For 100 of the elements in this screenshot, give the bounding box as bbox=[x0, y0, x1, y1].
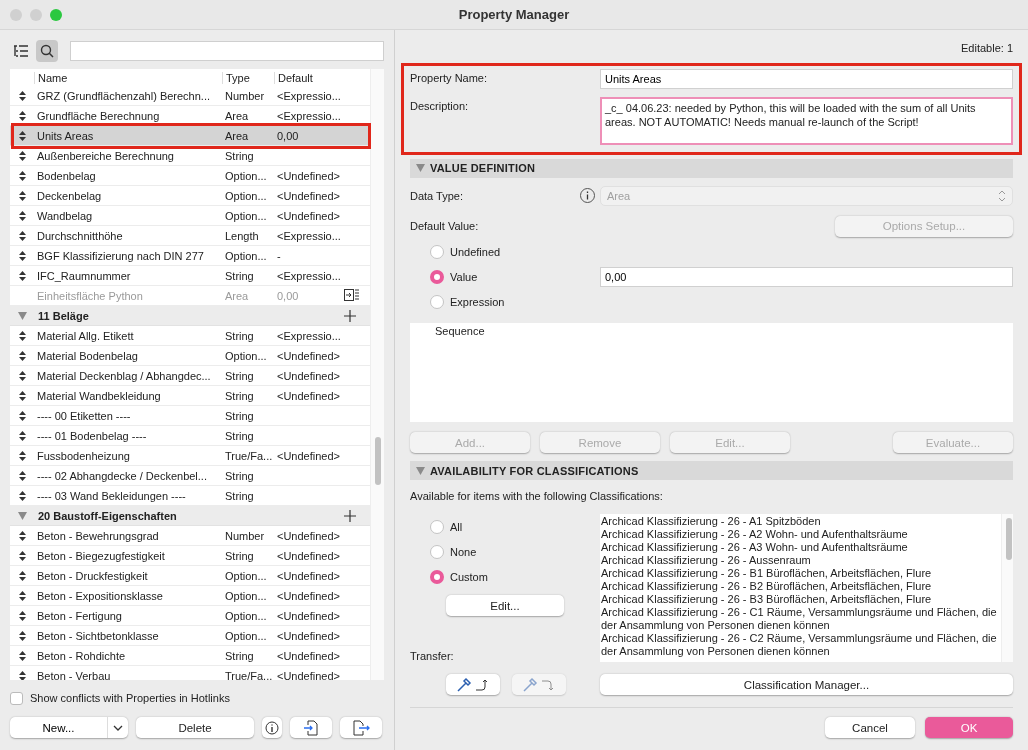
section-header[interactable]: AVAILABILITY FOR CLASSIFICATIONS bbox=[410, 461, 1013, 481]
radio-button[interactable] bbox=[430, 544, 444, 559]
table-cell-text: Beton - Bewehrungsgrad bbox=[36, 529, 160, 542]
reorder-handle-icon[interactable] bbox=[19, 630, 26, 641]
classification-manager-button[interactable]: Classification Manager... bbox=[600, 674, 1013, 695]
info-button[interactable] bbox=[262, 717, 282, 738]
group-row[interactable]: 11 Beläge bbox=[10, 306, 370, 326]
table-cell-text: Material Wandbekleidung bbox=[36, 389, 162, 402]
reorder-handle-icon[interactable] bbox=[19, 90, 26, 101]
reorder-handle-icon[interactable] bbox=[19, 450, 26, 461]
classification-item[interactable]: Archicad Klassifizierung - 26 - B2 Büroflächen, Arbeitsflächen, Flure bbox=[601, 580, 1001, 593]
eyedropper-icon bbox=[456, 676, 490, 693]
info-icon bbox=[265, 720, 279, 735]
table-cell-text: String bbox=[224, 469, 255, 482]
import-document-icon bbox=[303, 719, 319, 736]
radio-option[interactable]: All bbox=[410, 519, 600, 534]
section-header[interactable]: VALUE DEFINITION bbox=[410, 158, 1013, 178]
reorder-handle-icon[interactable] bbox=[19, 350, 26, 361]
new-button[interactable]: New... bbox=[10, 717, 108, 738]
radio-button[interactable] bbox=[430, 519, 444, 534]
table-cell-text: String bbox=[224, 389, 255, 402]
cancel-button[interactable]: Cancel bbox=[825, 717, 915, 738]
radio-button[interactable] bbox=[430, 270, 444, 285]
value-field[interactable]: 0,00 bbox=[600, 267, 1013, 288]
radio-option[interactable]: None bbox=[410, 544, 600, 559]
reorder-handle-icon[interactable] bbox=[19, 590, 26, 601]
reorder-handle-icon[interactable] bbox=[19, 130, 26, 141]
radio-button[interactable] bbox=[430, 569, 444, 584]
classification-item[interactable]: Archicad Klassifizierung - 26 - Aussenraum bbox=[601, 554, 1001, 567]
reorder-handle-icon[interactable] bbox=[19, 150, 26, 161]
group-row[interactable]: 20 Baustoff-Eigenschaften bbox=[10, 506, 370, 526]
reorder-handle-icon[interactable] bbox=[19, 170, 26, 181]
reorder-handle-icon[interactable] bbox=[19, 670, 26, 681]
table-cell-text: <Undefined> bbox=[276, 169, 341, 182]
availability-text: Available for items with the following Classifications: bbox=[410, 490, 664, 504]
reorder-handle-icon[interactable] bbox=[19, 390, 26, 401]
property-row[interactable]: Units Areas Area 0,00 bbox=[10, 126, 370, 146]
reorder-handle-icon[interactable] bbox=[19, 370, 26, 381]
search-field[interactable] bbox=[70, 41, 384, 61]
reorder-handle-icon[interactable] bbox=[19, 330, 26, 341]
table-cell-text: Beton - Sichtbetonklasse bbox=[36, 629, 160, 642]
radio-button[interactable] bbox=[430, 295, 444, 310]
search-button[interactable] bbox=[36, 40, 58, 62]
reorder-handle-icon[interactable] bbox=[19, 490, 26, 501]
table-cell-text: Option... bbox=[224, 209, 268, 222]
reorder-handle-icon[interactable] bbox=[19, 210, 26, 221]
reorder-handle-icon[interactable] bbox=[19, 650, 26, 661]
table-cell-text: Number bbox=[224, 529, 266, 542]
table-cell-text: Option... bbox=[224, 569, 268, 582]
column-header[interactable]: Name bbox=[34, 71, 222, 84]
classification-item[interactable]: Archicad Klassifizierung - 26 - A3 Wohn- und Aufenthaltsräume bbox=[601, 541, 1001, 554]
reorder-handle-icon[interactable] bbox=[19, 190, 26, 201]
radio-option[interactable]: Value bbox=[410, 270, 600, 285]
column-header[interactable]: Type bbox=[222, 71, 274, 84]
import-button[interactable] bbox=[290, 717, 332, 738]
export-button[interactable] bbox=[340, 717, 382, 738]
checkbox[interactable] bbox=[10, 691, 23, 705]
table-cell-text: Beton - Druckfestigkeit bbox=[36, 569, 149, 582]
classification-item[interactable]: Archicad Klassifizierung - 26 - B3 Büroflächen, Arbeitsflächen, Flure bbox=[601, 593, 1001, 606]
edit-button[interactable]: Edit... bbox=[446, 595, 564, 616]
reorder-handle-icon[interactable] bbox=[19, 110, 26, 121]
table-cell-text: Material Bodenbelag bbox=[36, 349, 139, 362]
scrollbar-thumb[interactable] bbox=[375, 437, 381, 485]
reorder-handle-icon[interactable] bbox=[19, 410, 26, 421]
radio-option[interactable]: Custom bbox=[410, 569, 600, 584]
classification-item[interactable]: Archicad Klassifizierung - 26 - C2 Räume, Versammlungsräume und Flächen, die der Ansammlung von Personen dienen können bbox=[601, 632, 1001, 658]
table-cell-text: Fussbodenheizung bbox=[36, 449, 131, 462]
disclosure-triangle-icon[interactable] bbox=[18, 511, 27, 520]
reorder-handle-icon[interactable] bbox=[19, 530, 26, 541]
reorder-handle-icon[interactable] bbox=[19, 610, 26, 621]
transfer-button[interactable] bbox=[446, 674, 500, 695]
reorder-handle-icon[interactable] bbox=[19, 230, 26, 241]
reorder-handle-icon[interactable] bbox=[19, 550, 26, 561]
scrollbar-thumb[interactable] bbox=[1006, 518, 1012, 560]
add-icon[interactable] bbox=[344, 309, 356, 322]
description-field[interactable]: _c_ 04.06.23: needed by Python, this will be loaded with the sum of all Units areas. NOT AUTOMATIC! Needs manual re-launch of the Script! bbox=[600, 96, 1013, 145]
radio-option[interactable]: Undefined bbox=[410, 245, 600, 260]
classification-item[interactable]: Archicad Klassifizierung - 26 - A1 Spitzböden bbox=[601, 515, 1001, 528]
table-cell-text: String bbox=[224, 149, 255, 162]
reorder-handle-icon[interactable] bbox=[19, 570, 26, 581]
add-icon[interactable] bbox=[344, 509, 356, 522]
table-cell-text: <Undefined> bbox=[276, 389, 341, 402]
delete-button[interactable]: Delete bbox=[136, 717, 254, 738]
checkbox-row[interactable]: Show conflicts with Properties in Hotlinks bbox=[10, 690, 384, 706]
column-header[interactable]: Sequence bbox=[435, 325, 485, 338]
disclosure-triangle-icon[interactable] bbox=[18, 311, 27, 320]
reorder-handle-icon[interactable] bbox=[19, 270, 26, 281]
table-cell-text: Durchschnitthöhe bbox=[36, 229, 124, 242]
new-split-button[interactable]: New... bbox=[10, 717, 128, 738]
classification-item[interactable]: Archicad Klassifizierung - 26 - B1 Büroflächen, Arbeitsflächen, Flure bbox=[601, 567, 1001, 580]
radio-option[interactable]: Expression bbox=[410, 295, 600, 310]
property-name-field[interactable]: Units Areas bbox=[600, 68, 1013, 89]
classification-item[interactable]: Archicad Klassifizierung - 26 - C1 Räume, Versammlungsräume und Flächen, die der Ansammlung von Personen dienen können bbox=[601, 606, 1001, 632]
reorder-handle-icon[interactable] bbox=[19, 430, 26, 441]
table-cell-text: <Undefined> bbox=[276, 529, 341, 542]
reorder-handle-icon[interactable] bbox=[19, 250, 26, 261]
radio-button[interactable] bbox=[430, 245, 444, 260]
table-cell-text: <Undefined> bbox=[276, 569, 341, 582]
classification-item[interactable]: Archicad Klassifizierung - 26 - A2 Wohn- und Aufenthaltsräume bbox=[601, 528, 1001, 541]
reorder-handle-icon[interactable] bbox=[19, 470, 26, 481]
